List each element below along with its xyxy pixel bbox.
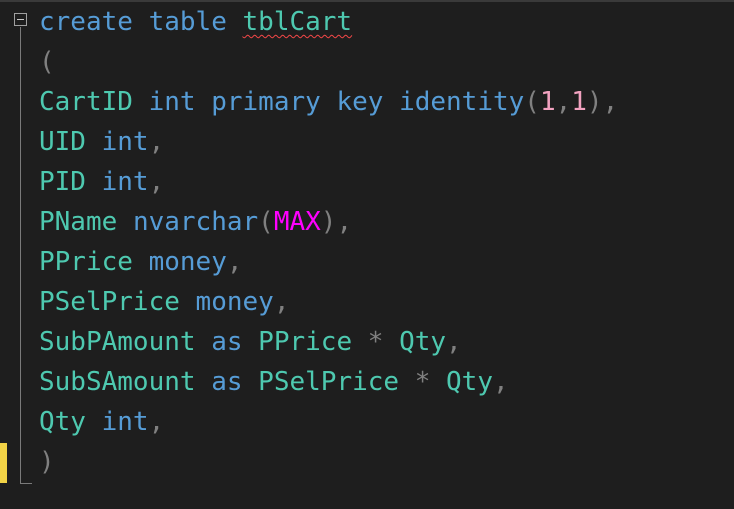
code-token: ), [320,207,353,237]
code-token: ) [39,447,55,477]
code-line[interactable]: CartID int primary key identity(1,1), [39,82,618,122]
code-token: , [273,287,290,317]
code-token: money [148,247,227,277]
code-token: * [399,367,447,397]
code-token: , [226,247,243,277]
code-token: PPrice [258,327,353,357]
code-token: SubSAmount [39,367,196,397]
code-token: int [148,87,196,117]
code-token: table [148,7,227,37]
code-line[interactable]: ) [39,442,55,482]
code-token: , [555,87,572,117]
code-token: as [211,327,243,357]
sql-code-editor[interactable]: create table tblCart(CartID int primary … [0,0,734,509]
code-token: Qty [446,367,493,397]
code-token: , [148,167,165,197]
code-token: PName [39,207,118,237]
code-token: , [446,327,462,357]
code-token: 1 [539,87,556,117]
code-token: int [101,167,149,197]
code-token: , [148,407,165,437]
code-token: UID [39,127,86,157]
code-line[interactable]: PSelPrice money, [39,282,289,322]
code-token: PSelPrice [258,367,400,397]
code-line[interactable]: Qty int, [39,402,164,442]
code-line[interactable]: UID int, [39,122,164,162]
code-token: primary [211,87,321,117]
code-token: Qty [399,327,447,357]
code-line[interactable]: ( [39,42,55,82]
code-token: ), [586,87,619,117]
code-area[interactable]: create table tblCart(CartID int primary … [0,2,734,509]
code-token: ( [39,47,55,77]
code-line[interactable]: SubPAmount as PPrice * Qty, [39,322,462,362]
code-token: create [39,7,133,37]
code-line[interactable]: SubSAmount as PSelPrice * Qty, [39,362,509,402]
code-token: as [211,367,243,397]
code-token: int [101,407,149,437]
code-token: money [195,287,274,317]
code-token: MAX [273,207,321,237]
code-line[interactable]: PPrice money, [39,242,243,282]
code-token: Qty [39,407,86,437]
code-token: 1 [571,87,587,117]
code-line[interactable]: PID int, [39,162,164,202]
code-line[interactable]: create table tblCart [39,2,352,42]
code-token: SubPAmount [39,327,196,357]
code-token: PID [39,167,86,197]
code-token: identity [399,87,525,117]
code-token: key [336,87,384,117]
code-token: ( [258,207,274,237]
code-token: PPrice [39,247,133,277]
code-token: ( [524,87,540,117]
code-line[interactable]: PName nvarchar(MAX), [39,202,352,242]
code-token: CartID [39,87,133,117]
code-token: , [148,127,165,157]
code-token: PSelPrice [39,287,180,317]
code-token: * [352,327,400,357]
code-token: tblCart [242,7,353,37]
code-token: int [101,127,149,157]
code-token: , [493,367,509,397]
code-token: nvarchar [132,207,259,237]
